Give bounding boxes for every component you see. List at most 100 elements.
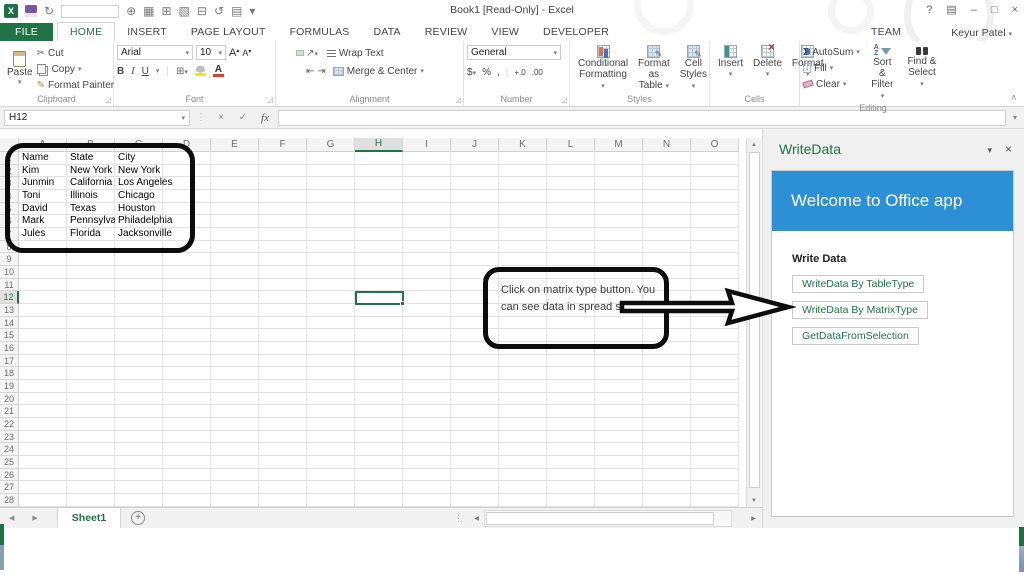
- cell-I16[interactable]: [403, 342, 451, 355]
- next-sheet-icon[interactable]: ▶: [23, 514, 46, 522]
- cell-M18[interactable]: [595, 367, 643, 380]
- cell-I28[interactable]: [403, 494, 451, 507]
- cell-C23[interactable]: [115, 431, 163, 444]
- row-header-11[interactable]: 11: [0, 278, 19, 292]
- cell-E3[interactable]: [211, 177, 259, 190]
- collapse-ribbon-icon[interactable]: ᴧ: [1012, 92, 1017, 102]
- increase-decimal-button[interactable]: +.0: [514, 68, 525, 77]
- cell-N26[interactable]: [643, 469, 691, 482]
- cell-F26[interactable]: [259, 469, 307, 482]
- cell-B28[interactable]: [67, 494, 115, 507]
- cell-L18[interactable]: [547, 367, 595, 380]
- fill-color-button[interactable]: [194, 66, 206, 76]
- align-right-button[interactable]: [297, 69, 303, 73]
- italic-button[interactable]: I: [131, 66, 134, 77]
- cell-N18[interactable]: [643, 367, 691, 380]
- accounting-format-button[interactable]: $▾: [467, 67, 476, 78]
- sort-filter-button[interactable]: AZ Sort & Filter ▾: [864, 43, 901, 102]
- delete-cells-button[interactable]: Delete▾: [748, 42, 787, 93]
- cell-O18[interactable]: [691, 367, 739, 380]
- cell-K24[interactable]: [499, 443, 547, 456]
- cell-M20[interactable]: [595, 393, 643, 406]
- cell-E16[interactable]: [211, 342, 259, 355]
- cell-F18[interactable]: [259, 367, 307, 380]
- cell-H26[interactable]: [355, 469, 403, 482]
- taskpane-menu-icon[interactable]: ▾: [987, 145, 992, 156]
- cell-M9[interactable]: [595, 253, 643, 266]
- cell-I17[interactable]: [403, 355, 451, 368]
- cell-M7[interactable]: [595, 228, 643, 241]
- cell-M24[interactable]: [595, 443, 643, 456]
- cell-N6[interactable]: [643, 215, 691, 228]
- cell-L20[interactable]: [547, 393, 595, 406]
- cell-F17[interactable]: [259, 355, 307, 368]
- cell-O25[interactable]: [691, 456, 739, 469]
- splitter-dots-icon[interactable]: ⋮: [448, 513, 469, 524]
- scroll-down-icon[interactable]: ▼: [747, 494, 761, 507]
- dialog-launcher-icon[interactable]: ◿: [268, 96, 273, 104]
- cell-E10[interactable]: [211, 266, 259, 279]
- cell-K8[interactable]: [499, 241, 547, 254]
- cell-E5[interactable]: [211, 203, 259, 216]
- align-top-button[interactable]: [279, 51, 285, 55]
- cell-O9[interactable]: [691, 253, 739, 266]
- row-header-23[interactable]: 23: [0, 430, 19, 444]
- cell-C17[interactable]: [115, 355, 163, 368]
- writedata-by-matrixtype-button[interactable]: WriteData By MatrixType: [792, 301, 928, 319]
- account-user[interactable]: Keyur Patel ▾: [951, 27, 1012, 39]
- font-family-select[interactable]: Arial ▾: [117, 45, 193, 60]
- cell-B27[interactable]: [67, 481, 115, 494]
- cell-G17[interactable]: [307, 355, 355, 368]
- cell-E11[interactable]: [211, 279, 259, 292]
- cell-H18[interactable]: [355, 367, 403, 380]
- cell-H14[interactable]: [355, 317, 403, 330]
- cell-E24[interactable]: [211, 443, 259, 456]
- cell-O26[interactable]: [691, 469, 739, 482]
- cell-B16[interactable]: [67, 342, 115, 355]
- cell-L28[interactable]: [547, 494, 595, 507]
- cell-N5[interactable]: [643, 203, 691, 216]
- cell-H5[interactable]: [355, 203, 403, 216]
- cell-F24[interactable]: [259, 443, 307, 456]
- cell-I24[interactable]: [403, 443, 451, 456]
- cell-G12[interactable]: [307, 291, 355, 304]
- cell-B18[interactable]: [67, 367, 115, 380]
- column-header-i[interactable]: I: [403, 138, 451, 152]
- horizontal-scroll-thumb[interactable]: [486, 512, 714, 525]
- cell-L23[interactable]: [547, 431, 595, 444]
- cell-O23[interactable]: [691, 431, 739, 444]
- dialog-launcher-icon[interactable]: ◿: [456, 96, 461, 104]
- taskpane-close-icon[interactable]: ×: [1005, 142, 1012, 156]
- cell-L7[interactable]: [547, 228, 595, 241]
- cell-J22[interactable]: [451, 418, 499, 431]
- cell-N28[interactable]: [643, 494, 691, 507]
- cell-B17[interactable]: [67, 355, 115, 368]
- cell-O21[interactable]: [691, 405, 739, 418]
- cell-D13[interactable]: [163, 304, 211, 317]
- row-header-10[interactable]: 10: [0, 266, 19, 279]
- cell-F22[interactable]: [259, 418, 307, 431]
- cell-C12[interactable]: [115, 291, 163, 304]
- cell-J19[interactable]: [451, 380, 499, 393]
- writedata-by-tabletype-button[interactable]: WriteData By TableType: [792, 275, 925, 293]
- cell-B20[interactable]: [67, 393, 115, 406]
- cell-M17[interactable]: [595, 355, 643, 368]
- column-header-e[interactable]: E: [211, 138, 259, 152]
- cell-J24[interactable]: [451, 443, 499, 456]
- cell-G23[interactable]: [307, 431, 355, 444]
- cell-J6[interactable]: [451, 215, 499, 228]
- cell-H8[interactable]: [355, 241, 403, 254]
- cell-B15[interactable]: [67, 329, 115, 342]
- cell-L3[interactable]: [547, 177, 595, 190]
- column-header-n[interactable]: N: [643, 138, 691, 152]
- tab-formulas[interactable]: FORMULAS: [278, 23, 362, 41]
- cell-D20[interactable]: [163, 393, 211, 406]
- cell-N24[interactable]: [643, 443, 691, 456]
- expand-formula-bar-icon[interactable]: ▾: [1010, 113, 1020, 122]
- wrap-text-button[interactable]: Wrap Text: [326, 48, 384, 59]
- cell-C25[interactable]: [115, 456, 163, 469]
- cell-D9[interactable]: [163, 253, 211, 266]
- cell-H27[interactable]: [355, 481, 403, 494]
- cell-I19[interactable]: [403, 380, 451, 393]
- cell-I26[interactable]: [403, 469, 451, 482]
